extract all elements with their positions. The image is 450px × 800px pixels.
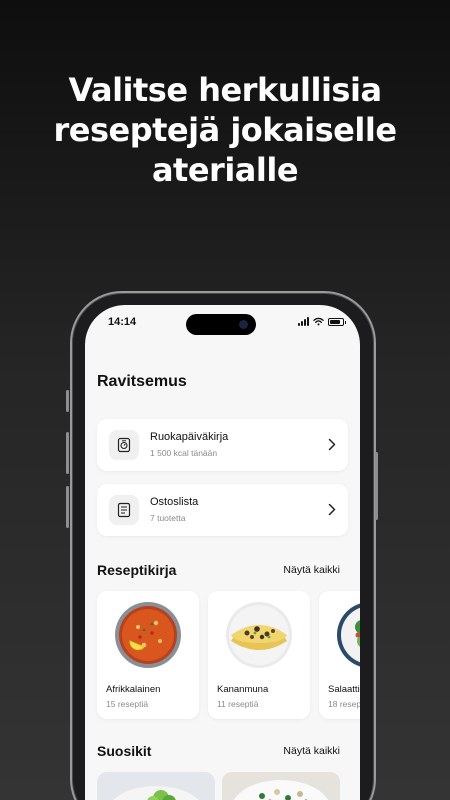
recipe-name: Salaatti — [328, 684, 360, 695]
promo-title-line-2: reseptejä jokaiselle — [53, 111, 397, 149]
promo-title-line-1: Valitse herkullisia — [68, 71, 382, 109]
favorite-card[interactable] — [97, 772, 215, 800]
battery-icon — [328, 318, 346, 326]
wifi-icon — [313, 317, 324, 326]
favorite-dish-image — [113, 786, 199, 800]
phone-screen: 14:14 Ravitsemus Ruokapäiväkirja 1 500 k… — [85, 305, 360, 800]
recipe-count: 11 reseptiä — [217, 699, 259, 709]
recipe-count: 18 reseptiä — [328, 699, 360, 709]
card-title: Ostoslista — [150, 496, 199, 508]
favorite-dish-image — [233, 780, 329, 800]
favorites-section-title: Suosikit — [97, 743, 152, 759]
dynamic-island — [186, 314, 256, 335]
phone-volume-up-button — [66, 432, 69, 474]
page-title: Ravitsemus — [97, 373, 187, 390]
status-time: 14:14 — [108, 316, 137, 328]
promo-title-line-3: aterialle — [151, 151, 299, 189]
chevron-right-icon — [328, 503, 336, 516]
card-title: Ruokapäiväkirja — [150, 431, 229, 443]
promo-title: Valitse herkullisia reseptejä jokaiselle… — [0, 70, 450, 190]
card-subtitle: 1 500 kcal tänään — [150, 448, 218, 458]
phone-power-button — [375, 452, 378, 520]
status-bar: 14:14 — [85, 305, 360, 341]
recipes-section-title: Reseptikirja — [97, 562, 177, 578]
phone-silent-switch — [66, 390, 69, 412]
cellular-signal-icon — [298, 317, 309, 326]
recipe-name: Kananmuna — [217, 684, 269, 695]
card-subtitle: 7 tuotetta — [150, 513, 186, 523]
camera-icon — [239, 320, 248, 329]
african-dish-image — [115, 602, 181, 668]
salad-image — [337, 603, 360, 667]
recipe-card-salad[interactable]: Salaatti 18 reseptiä — [319, 591, 360, 719]
shopping-list-card[interactable]: Ostoslista 7 tuotetta — [97, 484, 348, 536]
chevron-right-icon — [328, 438, 336, 451]
favorite-card[interactable] — [222, 772, 340, 800]
recipe-card-african[interactable]: Afrikkalainen 15 reseptiä — [97, 591, 199, 719]
scale-icon — [109, 430, 139, 460]
status-icons — [298, 317, 346, 326]
food-diary-card[interactable]: Ruokapäiväkirja 1 500 kcal tänään — [97, 419, 348, 471]
recipe-carousel[interactable]: Afrikkalainen 15 reseptiä Kananmuna 11 r… — [97, 591, 360, 719]
recipe-card-egg[interactable]: Kananmuna 11 reseptiä — [208, 591, 310, 719]
list-icon — [109, 495, 139, 525]
favorites-show-all-link[interactable]: Näytä kaikki — [283, 745, 340, 757]
recipes-show-all-link[interactable]: Näytä kaikki — [283, 564, 340, 576]
phone-volume-down-button — [66, 486, 69, 528]
recipe-name: Afrikkalainen — [106, 684, 161, 695]
recipe-count: 15 reseptiä — [106, 699, 149, 709]
omelette-image — [226, 602, 292, 668]
